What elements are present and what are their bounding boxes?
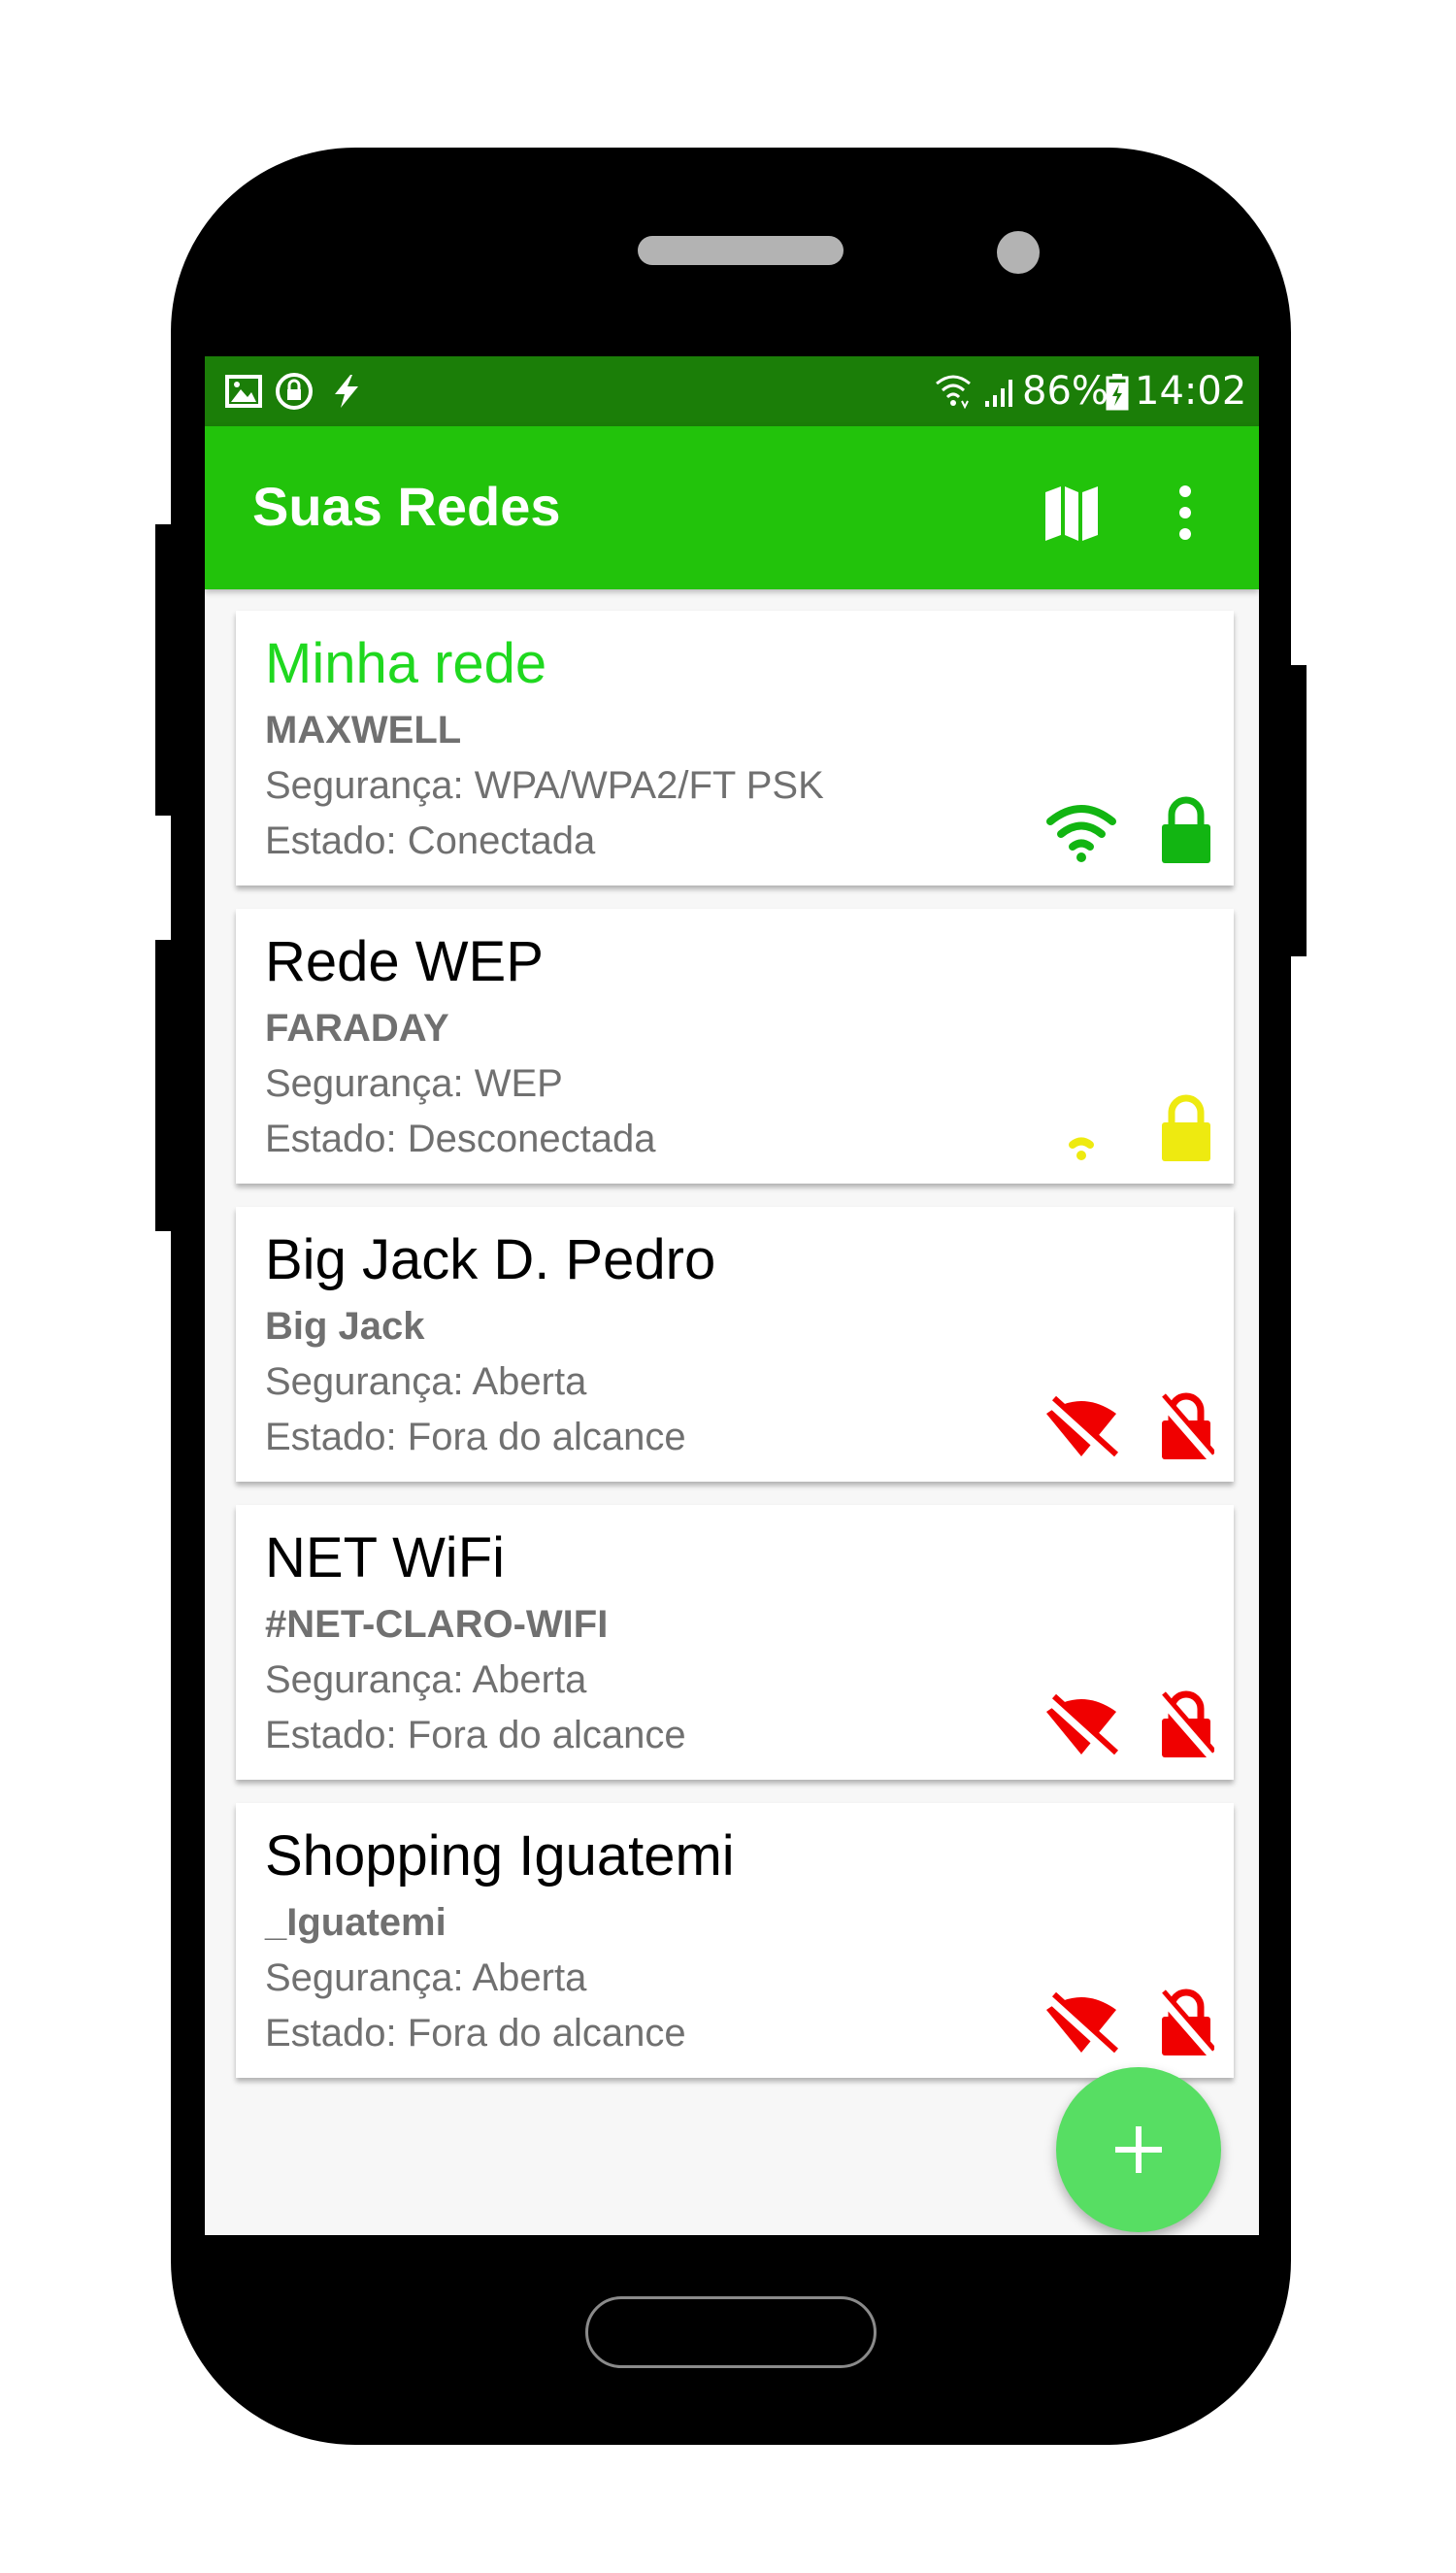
- add-icon: [1115, 2126, 1162, 2173]
- wifi-strong-icon: [1046, 805, 1116, 862]
- lock-icon: [1162, 1094, 1210, 1161]
- network-name: Rede WEP: [265, 930, 544, 993]
- screen: 86% 14:02 Suas Redes Minha rede MAXWELL …: [205, 356, 1259, 2235]
- wifi-off-icon: [1046, 1396, 1118, 1460]
- add-network-button[interactable]: [1056, 2067, 1221, 2232]
- battery-charging-icon: [1106, 374, 1129, 411]
- wifi-weak-icon: [1069, 1137, 1094, 1160]
- network-card[interactable]: Minha rede MAXWELL Segurança: WPA/WPA2/F…: [236, 611, 1234, 886]
- lock-open-off-icon: [1158, 1988, 1214, 2057]
- network-state: Estado: Desconectada: [265, 1118, 656, 1160]
- network-state: Estado: Conectada: [265, 819, 596, 862]
- home-button[interactable]: [585, 2296, 877, 2368]
- clock: 14:02: [1135, 369, 1247, 414]
- lock-icon: [1162, 796, 1210, 863]
- network-security: Segurança: Aberta: [265, 1956, 587, 1999]
- network-name: Big Jack D. Pedro: [265, 1228, 716, 1291]
- network-card[interactable]: Big Jack D. Pedro Big Jack Segurança: Ab…: [236, 1207, 1234, 1482]
- network-ssid: _Iguatemi: [265, 1901, 447, 1944]
- wifi-off-icon: [1046, 1694, 1118, 1758]
- network-security: Segurança: WPA/WPA2/FT PSK: [265, 764, 824, 807]
- network-name: Minha rede: [265, 632, 547, 695]
- image-icon: [225, 375, 262, 408]
- more-vert-icon[interactable]: [1171, 479, 1200, 547]
- network-state: Estado: Fora do alcance: [265, 1416, 686, 1458]
- network-security: Segurança: WEP: [265, 1062, 563, 1105]
- network-ssid: #NET-CLARO-WIFI: [265, 1603, 609, 1646]
- wifi-off-icon: [1046, 1992, 1118, 2056]
- network-ssid: MAXWELL: [265, 709, 462, 752]
- map-icon[interactable]: [1038, 479, 1106, 547]
- network-state: Estado: Fora do alcance: [265, 2012, 686, 2055]
- page-title: Suas Redes: [252, 476, 561, 537]
- bolt-icon: [335, 375, 358, 408]
- network-ssid: FARADAY: [265, 1007, 449, 1050]
- speaker-grille: [638, 236, 844, 265]
- front-camera: [997, 231, 1040, 274]
- volume-down-button: [155, 940, 175, 1231]
- signal-icon: [985, 380, 1012, 407]
- network-state: Estado: Fora do alcance: [265, 1714, 686, 1756]
- lock-circle-icon: [276, 373, 313, 410]
- power-button: [1287, 665, 1307, 956]
- wifi-icon: [936, 375, 971, 410]
- app-bar: Suas Redes: [205, 426, 1259, 589]
- network-security: Segurança: Aberta: [265, 1360, 587, 1403]
- network-ssid: Big Jack: [265, 1305, 425, 1348]
- battery-percent: 86%: [1022, 369, 1109, 414]
- network-card[interactable]: Shopping Iguatemi _Iguatemi Segurança: A…: [236, 1803, 1234, 2078]
- lock-open-off-icon: [1158, 1690, 1214, 1759]
- status-bar: 86% 14:02: [205, 356, 1259, 426]
- network-card[interactable]: Rede WEP FARADAY Segurança: WEP Estado: …: [236, 909, 1234, 1184]
- network-card[interactable]: NET WiFi #NET-CLARO-WIFI Segurança: Aber…: [236, 1505, 1234, 1780]
- network-name: NET WiFi: [265, 1526, 506, 1589]
- lock-open-off-icon: [1158, 1392, 1214, 1461]
- network-name: Shopping Iguatemi: [265, 1824, 735, 1888]
- network-security: Segurança: Aberta: [265, 1658, 587, 1701]
- volume-up-button: [155, 524, 175, 816]
